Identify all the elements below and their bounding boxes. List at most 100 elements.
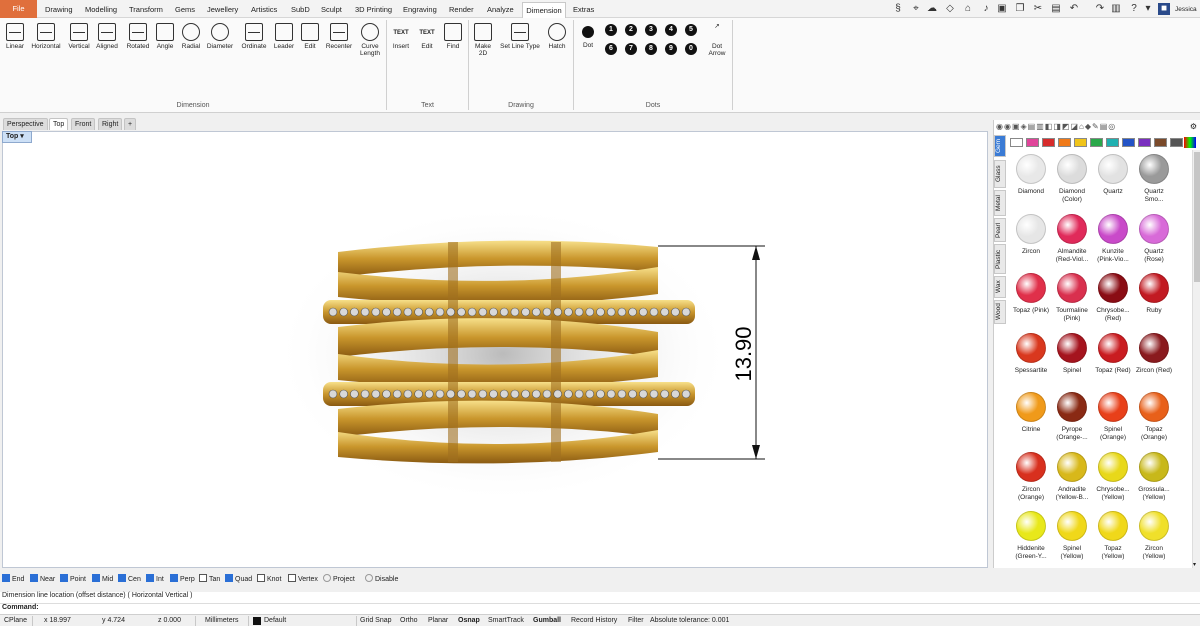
color-swatch[interactable] bbox=[1122, 138, 1135, 147]
recenter-button[interactable]: Recenter bbox=[324, 23, 354, 50]
gem-item[interactable]: Diamond (Color) bbox=[1052, 154, 1092, 204]
tab-front[interactable]: Front bbox=[71, 118, 96, 130]
ortho-toggle[interactable]: Ortho bbox=[400, 616, 418, 626]
gem-item[interactable]: Spessartite bbox=[1011, 332, 1051, 375]
gem-item[interactable]: Zircon bbox=[1011, 213, 1051, 256]
save-icon[interactable]: ▣ bbox=[996, 3, 1008, 15]
color-swatch[interactable] bbox=[1042, 138, 1055, 147]
osnap-int-checkbox[interactable]: Int bbox=[146, 574, 164, 585]
units-status[interactable]: Millimeters bbox=[205, 616, 238, 626]
tab-drawing[interactable]: Drawing bbox=[42, 2, 76, 18]
gem-item[interactable]: Zircon (Red) bbox=[1134, 332, 1174, 375]
side-tab-gem[interactable]: Gem bbox=[994, 135, 1006, 157]
tab-extras[interactable]: Extras bbox=[570, 2, 597, 18]
user-name[interactable]: Jessica bbox=[1172, 2, 1200, 18]
insert-text-button[interactable]: TEXT Insert bbox=[390, 23, 412, 50]
tab-sculpt[interactable]: Sculpt bbox=[318, 2, 345, 18]
color-swatch[interactable] bbox=[1026, 138, 1039, 147]
rotated-button[interactable]: Rotated bbox=[124, 23, 152, 50]
gem-item[interactable]: Spinel (Yellow) bbox=[1052, 511, 1092, 561]
gem-item[interactable]: Topaz (Pink) bbox=[1011, 273, 1051, 315]
vertical-button[interactable]: Vertical bbox=[66, 23, 92, 50]
viewport-label[interactable]: Top ▾ bbox=[2, 131, 32, 143]
tab-transform[interactable]: Transform bbox=[126, 2, 166, 18]
gem-item[interactable]: Andradite (Yellow-B... bbox=[1052, 451, 1092, 502]
tab-engraving[interactable]: Engraving bbox=[400, 2, 440, 18]
dot-3-button[interactable]: 3 bbox=[645, 24, 657, 36]
gem-item[interactable]: Quartz Smo... bbox=[1134, 154, 1174, 204]
tab-right[interactable]: Right bbox=[98, 118, 123, 130]
smarttrack-toggle[interactable]: SmartTrack bbox=[488, 616, 524, 626]
osnap-mid-checkbox[interactable]: Mid bbox=[92, 574, 113, 585]
color-swatch[interactable] bbox=[1154, 138, 1167, 147]
osnap-toggle[interactable]: Osnap bbox=[458, 616, 480, 626]
side-tab-plastic[interactable]: Plastic bbox=[994, 244, 1006, 274]
edit-dim-button[interactable]: Edit bbox=[300, 23, 320, 50]
gem-item[interactable]: Ruby bbox=[1134, 273, 1174, 315]
tab-top[interactable]: Top bbox=[49, 118, 69, 130]
side-tab-wood[interactable]: Wood bbox=[994, 300, 1006, 324]
color-picker-icon[interactable] bbox=[1184, 137, 1196, 148]
osnap-cen-checkbox[interactable]: Cen bbox=[118, 574, 141, 585]
dot-4-button[interactable]: 4 bbox=[665, 24, 677, 36]
paste-icon[interactable]: ▤ bbox=[1050, 3, 1062, 15]
planar-toggle[interactable]: Planar bbox=[428, 616, 448, 626]
ordinate-button[interactable]: Ordinate bbox=[239, 23, 269, 50]
cut-icon[interactable]: ✂ bbox=[1032, 3, 1044, 15]
set-line-type-button[interactable]: Set Line Type bbox=[498, 23, 542, 50]
make-2d-button[interactable]: Make 2D bbox=[472, 23, 494, 57]
aligned-button[interactable]: Aligned bbox=[94, 23, 120, 50]
file-menu-tab[interactable]: File bbox=[0, 0, 37, 18]
gem-item[interactable]: Topaz (Red) bbox=[1093, 332, 1133, 375]
dot-6-button[interactable]: 6 bbox=[605, 43, 617, 55]
radial-button[interactable]: Radial bbox=[180, 23, 202, 50]
tab-render[interactable]: Render bbox=[446, 2, 477, 18]
color-swatch[interactable] bbox=[1010, 138, 1023, 147]
curve-length-button[interactable]: Curve Length bbox=[357, 23, 383, 57]
layout-icon[interactable]: ▥ bbox=[1110, 3, 1122, 15]
gem-item[interactable]: Diamond bbox=[1011, 154, 1051, 196]
undo-icon[interactable]: ↶ bbox=[1068, 3, 1080, 15]
gem-item[interactable]: Citrine bbox=[1011, 392, 1051, 434]
cloud-icon[interactable]: ☁ bbox=[926, 3, 938, 15]
scroll-down-icon[interactable]: ▾ bbox=[1193, 561, 1196, 568]
osnap-quad-checkbox[interactable]: Quad bbox=[225, 574, 252, 585]
color-swatch[interactable] bbox=[1058, 138, 1071, 147]
gem-item[interactable]: Almandite (Red-Viol... bbox=[1052, 213, 1092, 264]
dot-7-button[interactable]: 7 bbox=[625, 43, 637, 55]
gem-item[interactable]: Spinel (Orange) bbox=[1093, 392, 1133, 442]
add-viewport-tab[interactable]: + bbox=[124, 118, 137, 130]
osnap-vertex-checkbox[interactable]: Vertex bbox=[288, 574, 318, 585]
gem-item[interactable]: Grossula... (Yellow) bbox=[1134, 451, 1174, 502]
gem-item[interactable]: Topaz (Yellow) bbox=[1093, 511, 1133, 561]
edit-text-button[interactable]: TEXT Edit bbox=[416, 23, 438, 50]
mic-icon[interactable]: ♪ bbox=[980, 3, 992, 15]
gem-item[interactable]: Kunzite (Pink-Vio... bbox=[1093, 213, 1133, 264]
home-icon[interactable]: ⌂ bbox=[962, 3, 974, 15]
osnap-end-checkbox[interactable]: End bbox=[2, 574, 24, 585]
osnap-project[interactable]: Project bbox=[323, 574, 355, 585]
gem-item[interactable]: Topaz (Orange) bbox=[1134, 392, 1174, 442]
linear-button[interactable]: Linear bbox=[4, 23, 26, 50]
cplane-status[interactable]: CPlane bbox=[4, 616, 27, 626]
side-tab-pearl[interactable]: Pearl bbox=[994, 218, 1006, 242]
grid-snap-toggle[interactable]: Grid Snap bbox=[360, 616, 392, 626]
dot-8-button[interactable]: 8 bbox=[645, 43, 657, 55]
dot-5-button[interactable]: 5 bbox=[685, 24, 697, 36]
tab-perspective[interactable]: Perspective bbox=[3, 118, 48, 130]
angle-button[interactable]: Angle bbox=[154, 23, 176, 50]
color-swatch[interactable] bbox=[1138, 138, 1151, 147]
diameter-button[interactable]: Diameter bbox=[205, 23, 235, 50]
color-swatch[interactable] bbox=[1106, 138, 1119, 147]
side-tab-wax[interactable]: Wax bbox=[994, 276, 1006, 298]
dot-1-button[interactable]: 1 bbox=[605, 24, 617, 36]
leader-button[interactable]: Leader bbox=[272, 23, 296, 50]
tab-subd[interactable]: SubD bbox=[288, 2, 313, 18]
osnap-point-checkbox[interactable]: Point bbox=[60, 574, 86, 585]
panel-scrollbar[interactable]: ▾ bbox=[1192, 150, 1200, 568]
tab-gems[interactable]: Gems bbox=[172, 2, 198, 18]
plugin-icon[interactable]: § bbox=[892, 3, 904, 15]
osnap-near-checkbox[interactable]: Near bbox=[30, 574, 55, 585]
gem-item[interactable]: Zircon (Yellow) bbox=[1134, 511, 1174, 561]
panel-settings-icon[interactable]: ⚙ bbox=[1190, 122, 1197, 131]
